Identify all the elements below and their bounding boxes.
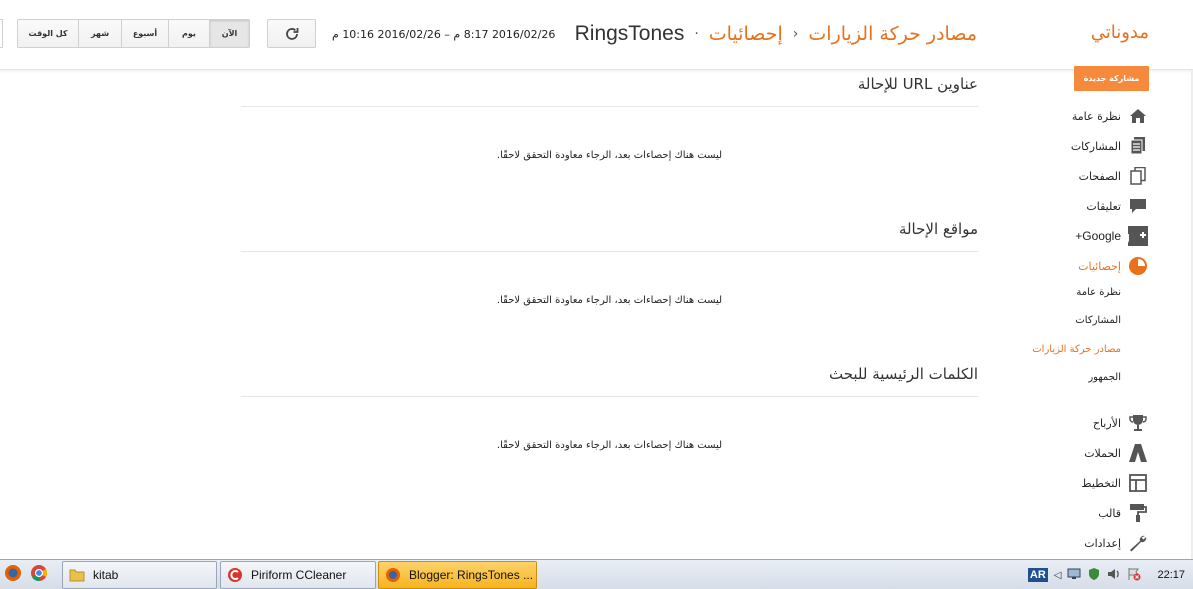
security-icon[interactable] [1087,567,1101,584]
breadcrumb-stats[interactable]: إحصائيات [709,23,783,45]
sidebar-item-layout[interactable]: التخطيط [1081,472,1149,494]
stats-sub-overview[interactable]: نظرة عامة [1076,287,1121,298]
range-week-button[interactable]: أسبوع [121,20,168,47]
task-label: Piriform CCleaner [251,568,347,582]
date-range-label: 2016/02/26 8:17 م – 2016/02/26 10:16 م [332,28,556,41]
taskbar-ccleaner[interactable]: Piriform CCleaner [220,561,376,589]
ccleaner-icon [227,567,243,583]
empty-message: ليست هناك إحصاءات بعد، الرجاء معاودة الت… [496,150,723,161]
volume-icon[interactable] [1107,568,1121,583]
quick-launch [0,560,48,589]
task-label: kitab [93,568,119,582]
chrome-icon[interactable] [30,564,48,586]
comments-icon [1127,195,1149,217]
divider [241,251,978,252]
language-indicator[interactable]: AR [1027,568,1048,582]
windows-taskbar: kitab Piriform CCleaner Blogger: RingsTo… [0,559,1193,589]
sidebar-item-campaigns[interactable]: الحملات [1084,442,1149,464]
sidebar-item-label: Google+ [1075,229,1121,243]
firefox-icon [385,567,401,583]
sidebar-item-label: الحملات [1084,446,1121,460]
settings-icon [1127,532,1149,554]
sidebar-item-label: التخطيط [1081,476,1121,490]
divider [241,106,978,107]
stats-icon [1127,255,1149,277]
sidebar: مشاركة جديدة نظرة عامة المشاركات الصفحات… [1003,66,1193,560]
taskbar-kitab[interactable]: kitab [62,561,217,589]
sidebar-item-template[interactable]: قالب [1098,502,1149,524]
refresh-button[interactable] [267,19,316,48]
dot-separator-icon: · [694,26,699,42]
home-icon [1127,105,1149,127]
range-all-time-button[interactable]: كل الوقت [18,20,78,47]
blog-name[interactable]: RingsTones [575,22,685,46]
svg-text:g: g [1128,230,1130,244]
task-label: Blogger: RingsTones ... [409,568,534,582]
sidebar-item-earnings[interactable]: الأرباح [1093,412,1149,434]
sidebar-item-stats[interactable]: إحصائيات [1078,255,1149,277]
chevron-left-icon: ‹ [792,26,799,42]
hidden-left-button[interactable] [0,19,3,48]
sidebar-item-label: المشاركات [1070,139,1121,153]
empty-message: ليست هناك إحصاءات بعد، الرجاء معاودة الت… [496,440,723,451]
template-icon [1127,502,1149,524]
google-plus-icon: g [1127,225,1149,247]
section-title-search-keywords: الكلمات الرئيسية للبحث [828,365,978,383]
section-title-referring-sites: مواقع الإحالة [898,220,978,238]
network-icon[interactable] [1067,568,1081,583]
sidebar-item-label: إعدادات [1084,536,1121,550]
sidebar-item-label: قالب [1098,506,1121,520]
empty-message: ليست هناك إحصاءات بعد، الرجاء معاودة الت… [496,295,723,306]
layout-icon [1127,472,1149,494]
sidebar-item-label: نظرة عامة [1071,109,1121,123]
adwords-icon [1127,442,1149,464]
stats-sub-posts[interactable]: المشاركات [1075,315,1121,326]
sidebar-item-label: الأرباح [1092,416,1121,430]
system-tray: AR ◁ 22:17 [1027,560,1193,589]
trophy-icon [1127,412,1149,434]
my-blogs-link[interactable]: مدوناتي [1091,22,1149,43]
sidebar-item-label: إحصائيات [1078,259,1121,273]
sidebar-item-label: تعليقات [1086,199,1121,213]
breadcrumb-current[interactable]: مصادر حركة الزيارات [808,23,977,45]
sidebar-item-overview[interactable]: نظرة عامة [1072,105,1149,127]
firefox-icon[interactable] [4,564,22,586]
tray-expand-icon[interactable]: ◁ [1054,570,1062,581]
clock[interactable]: 22:17 [1157,569,1185,581]
top-header: كل الوقت شهر أسبوع يوم الآن 2016/02/26 8… [0,0,1193,70]
range-now-button[interactable]: الآن [209,20,249,47]
sidebar-item-posts[interactable]: المشاركات [1071,135,1149,157]
sidebar-item-google-plus[interactable]: g Google+ [1075,225,1149,247]
breadcrumb: مصادر حركة الزيارات ‹ إحصائيات · RingsTo… [575,22,977,46]
sidebar-item-settings[interactable]: إعدادات [1084,532,1149,554]
folder-icon [69,567,85,583]
flag-alert-icon[interactable] [1127,567,1141,584]
taskbar-blogger[interactable]: Blogger: RingsTones ... [378,561,537,589]
stats-sub-traffic-sources[interactable]: مصادر حركة الزيارات [1032,344,1121,355]
stats-sub-audience[interactable]: الجمهور [1088,372,1121,383]
sidebar-item-pages[interactable]: الصفحات [1079,165,1149,187]
refresh-icon [285,27,298,40]
divider [241,396,978,397]
time-range-selector: كل الوقت شهر أسبوع يوم الآن [17,19,250,48]
pages-icon [1127,165,1149,187]
section-title-referring-urls: عناوين URL للإحالة [857,75,978,93]
range-day-button[interactable]: يوم [168,20,209,47]
range-month-button[interactable]: شهر [78,20,121,47]
sidebar-item-label: الصفحات [1078,169,1121,183]
new-post-button[interactable]: مشاركة جديدة [1074,66,1149,91]
posts-icon [1127,135,1149,157]
sidebar-item-comments[interactable]: تعليقات [1086,195,1149,217]
